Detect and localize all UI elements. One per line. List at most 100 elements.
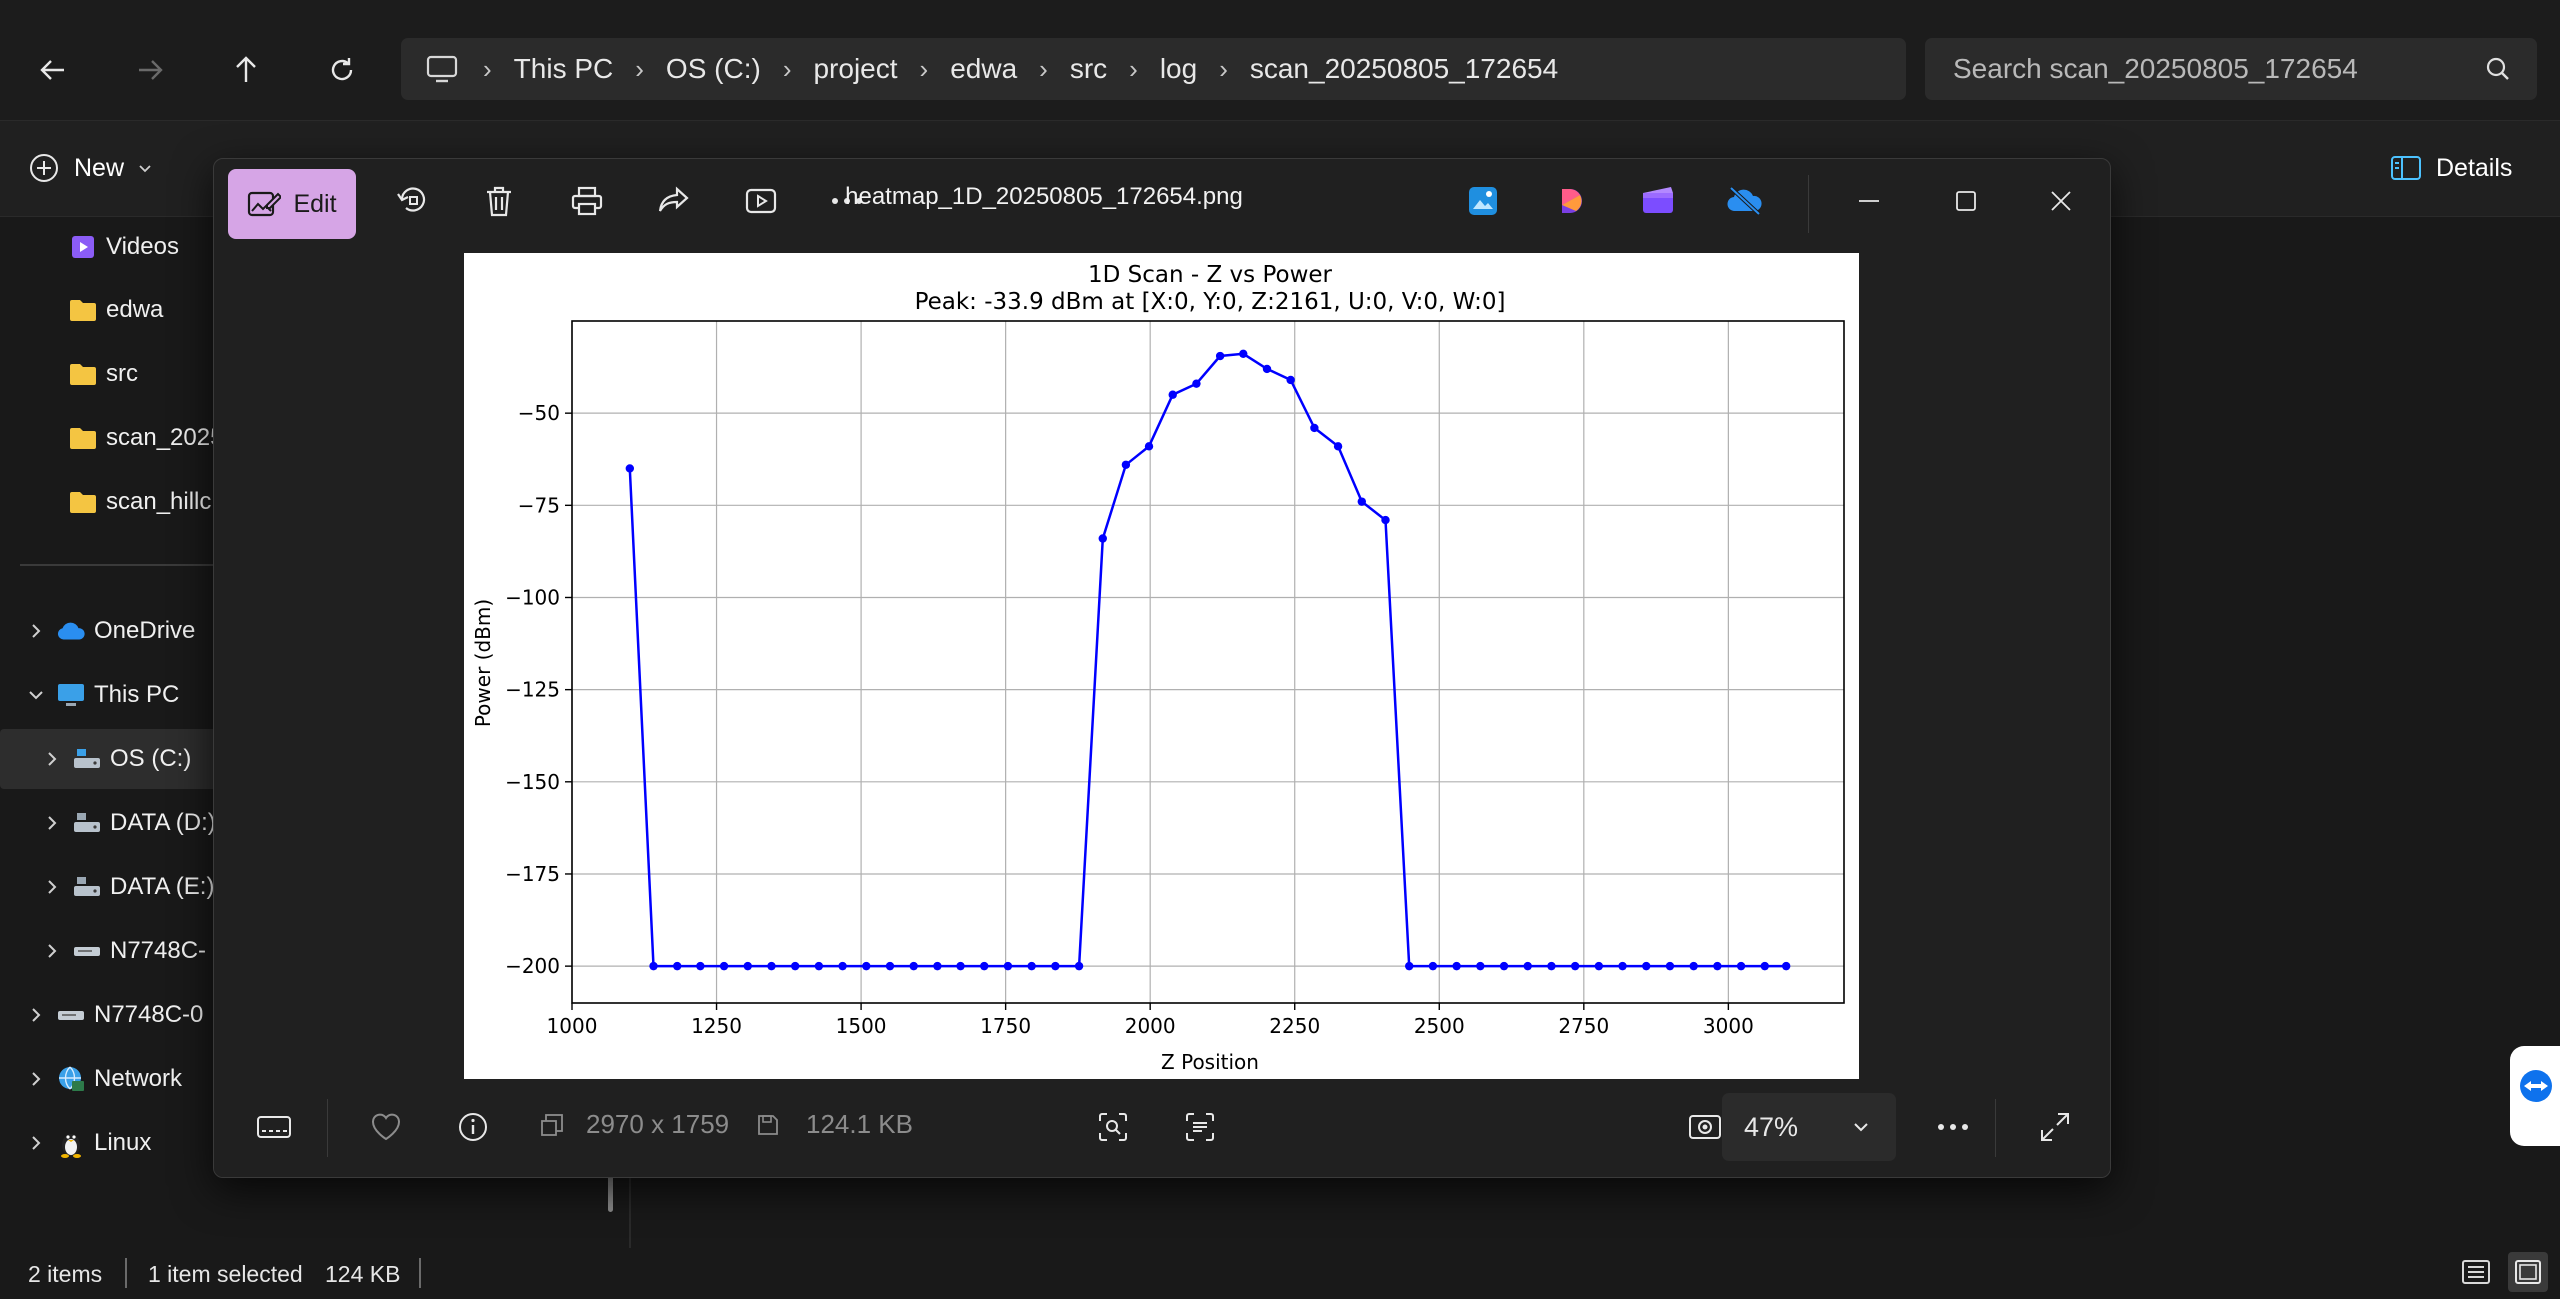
refresh-button[interactable] bbox=[314, 42, 370, 98]
data-point bbox=[1074, 961, 1084, 971]
details-view-icon[interactable] bbox=[2460, 1256, 2492, 1288]
viewer-filename: heatmap_1D_20250805_172654.png bbox=[845, 183, 1243, 210]
sidebar-item-linux[interactable]: Linux bbox=[16, 1113, 151, 1173]
x-tick-label: 2250 bbox=[1269, 1014, 1320, 1038]
minimize-button[interactable] bbox=[1841, 173, 1897, 229]
sidebar-item-os-c[interactable]: OS (C:) bbox=[32, 729, 191, 789]
edit-button[interactable]: Edit bbox=[228, 169, 356, 239]
back-button[interactable] bbox=[25, 42, 81, 98]
refresh-icon bbox=[331, 58, 353, 81]
data-point bbox=[1121, 460, 1131, 469]
more-options-button[interactable] bbox=[1925, 1099, 1981, 1155]
up-arrow-icon bbox=[236, 56, 256, 82]
scan-text-button[interactable] bbox=[1172, 1099, 1228, 1155]
chevron-down-icon[interactable] bbox=[16, 688, 56, 702]
sidebar-item-label: OneDrive bbox=[94, 617, 196, 644]
status-separator bbox=[125, 1258, 127, 1288]
details-button[interactable]: Details bbox=[2390, 140, 2512, 196]
breadcrumb-item[interactable]: edwa bbox=[938, 53, 1029, 85]
breadcrumb-item[interactable]: src bbox=[1058, 53, 1119, 85]
sidebar-item-label: OS (C:) bbox=[110, 745, 192, 772]
data-point bbox=[649, 961, 658, 971]
designer-button[interactable] bbox=[1544, 173, 1600, 229]
x-tick-label: 1250 bbox=[691, 1014, 742, 1038]
sidebar-item-videos[interactable]: Videos bbox=[68, 217, 179, 277]
data-point bbox=[1168, 390, 1177, 399]
data-point bbox=[1357, 497, 1366, 506]
favorite-button[interactable] bbox=[358, 1099, 414, 1155]
sidebar-item-onedrive[interactable]: OneDrive bbox=[16, 601, 195, 661]
linux-icon bbox=[56, 1128, 86, 1158]
photos-legacy-button[interactable] bbox=[1455, 173, 1511, 229]
chevron-right-icon[interactable] bbox=[32, 814, 72, 832]
sidebar-item-this-pc[interactable]: This PC bbox=[16, 665, 179, 725]
y-tick-label: −125 bbox=[505, 678, 560, 702]
teamviewer-side-tab[interactable] bbox=[2510, 1046, 2560, 1146]
breadcrumb-item[interactable]: project bbox=[801, 53, 909, 85]
bottom-separator bbox=[1995, 1099, 1996, 1157]
print-button[interactable] bbox=[559, 173, 615, 229]
sidebar-item-edwa[interactable]: edwa bbox=[68, 280, 163, 340]
chevron-right-icon[interactable] bbox=[16, 1006, 56, 1024]
up-button[interactable] bbox=[218, 42, 274, 98]
edit-button-label: Edit bbox=[293, 189, 337, 218]
computer-icon bbox=[401, 54, 473, 84]
image-canvas[interactable]: 1D Scan - Z vs Power Peak: -33.9 dBm at … bbox=[464, 253, 1859, 1079]
x-ticks: 1000 1250 1500 1750 2000 2250 2500 2750 3000 bbox=[547, 1003, 1754, 1038]
tiles-view-icon[interactable] bbox=[2508, 1252, 2548, 1292]
chevron-right-icon[interactable] bbox=[32, 942, 72, 960]
sidebar-item-scan-2025[interactable]: scan_2025 bbox=[68, 408, 223, 468]
sidebar-item-data-d[interactable]: DATA (D:) bbox=[32, 793, 216, 853]
x-tick-label: 2000 bbox=[1125, 1014, 1176, 1038]
image-dimensions: 2970 x 1759 bbox=[586, 1109, 730, 1139]
data-point bbox=[673, 961, 682, 971]
forward-arrow-icon bbox=[139, 60, 163, 80]
back-arrow-icon bbox=[40, 60, 64, 80]
sidebar-item-label: DATA (D:) bbox=[110, 809, 216, 836]
data-point bbox=[1499, 961, 1509, 971]
chevron-right-icon: › bbox=[919, 53, 929, 84]
sidebar-item-src[interactable]: src bbox=[68, 344, 138, 404]
onedrive-sync-button[interactable] bbox=[1717, 173, 1773, 229]
chevron-right-icon[interactable] bbox=[16, 1134, 56, 1152]
data-point bbox=[933, 961, 942, 971]
close-button[interactable] bbox=[2033, 173, 2089, 229]
file-info-button[interactable] bbox=[445, 1099, 501, 1155]
chevron-right-icon[interactable] bbox=[16, 622, 56, 640]
chevron-right-icon: › bbox=[635, 53, 644, 84]
y-tick-label: −50 bbox=[518, 401, 560, 425]
data-point bbox=[696, 961, 705, 971]
sidebar-item-scan-hillclimb[interactable]: scan_hillcli bbox=[68, 472, 222, 532]
sidebar-item-data-e[interactable]: DATA (E:) bbox=[32, 857, 214, 917]
sidebar-item-label: Linux bbox=[94, 1129, 152, 1156]
chevron-right-icon[interactable] bbox=[32, 750, 72, 768]
share-button[interactable] bbox=[646, 173, 702, 229]
search-input[interactable]: Search scan_20250805_172654 bbox=[1925, 38, 2537, 100]
breadcrumb-item[interactable]: scan_20250805_172654 bbox=[1238, 53, 1570, 85]
chart-title: 1D Scan - Z vs Power bbox=[1088, 262, 1333, 288]
maximize-icon bbox=[1956, 191, 1976, 211]
new-button[interactable]: New bbox=[28, 140, 152, 196]
visual-search-button[interactable] bbox=[1085, 1099, 1141, 1155]
bottom-separator bbox=[327, 1099, 328, 1157]
forward-button[interactable] bbox=[122, 42, 178, 98]
filmstrip-button[interactable] bbox=[246, 1099, 302, 1155]
clipchamp-button[interactable] bbox=[1630, 173, 1686, 229]
sidebar-item-n7748c-1[interactable]: N7748C- bbox=[32, 921, 206, 981]
status-item-count: 2 items bbox=[28, 1261, 103, 1287]
chevron-right-icon[interactable] bbox=[32, 878, 72, 896]
sidebar-item-network[interactable]: Network bbox=[16, 1049, 182, 1109]
data-point bbox=[909, 961, 918, 971]
fullscreen-button[interactable] bbox=[2027, 1099, 2083, 1155]
delete-button[interactable] bbox=[471, 173, 527, 229]
data-point bbox=[1192, 379, 1201, 388]
chevron-right-icon[interactable] bbox=[16, 1070, 56, 1088]
address-bar[interactable]: › This PC › OS (C:) › project › edwa › s… bbox=[401, 38, 1906, 100]
sidebar-item-n7748c-0[interactable]: N7748C-0 bbox=[16, 985, 203, 1045]
breadcrumb-item[interactable]: log bbox=[1148, 53, 1209, 85]
rotate-button[interactable] bbox=[385, 173, 441, 229]
breadcrumb-item[interactable]: This PC bbox=[502, 53, 626, 85]
zoom-dropdown[interactable]: 47% bbox=[1722, 1093, 1896, 1161]
maximize-button[interactable] bbox=[1938, 173, 1994, 229]
breadcrumb-item[interactable]: OS (C:) bbox=[654, 53, 773, 85]
